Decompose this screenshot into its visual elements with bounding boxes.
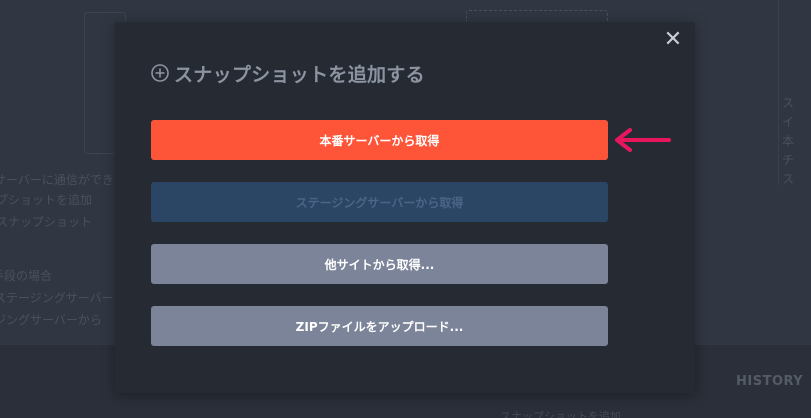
background-text: スナップショット (0, 215, 93, 229)
background-bottom-text: スナップショットを追加 (500, 410, 621, 418)
upload-zip-button[interactable]: ZIPファイルをアップロード... (151, 306, 608, 346)
modal-title: スナップショットを追加する (151, 60, 425, 86)
background-text: ジングサーバーから (0, 313, 102, 327)
get-from-staging-button[interactable]: ステージングサーバーから取得 (151, 182, 608, 222)
background-right-text: ス (782, 96, 795, 110)
close-icon[interactable]: ✕ (663, 29, 683, 51)
background-text: プショットを追加 (0, 193, 93, 207)
modal-title-text: スナップショットを追加する (174, 63, 425, 86)
background-text: ステージングサーバー (0, 291, 114, 305)
background-text: サーバーに通信ができ (0, 173, 114, 187)
get-from-production-button[interactable]: 本番サーバーから取得 (151, 120, 608, 160)
add-snapshot-modal: ✕ スナップショットを追加する 本番サーバーから取得 ステージングサーバーから取… (115, 22, 695, 393)
history-heading: HISTORY (736, 374, 804, 389)
screen: サーバーに通信ができ プショットを追加 スナップショット 手段の場合 ステージン… (0, 0, 811, 418)
get-from-other-site-button[interactable]: 他サイトから取得... (151, 244, 608, 284)
background-right-text: チ (782, 153, 795, 167)
background-right-text: 本 (782, 134, 795, 148)
background-right-text: ス (782, 172, 795, 186)
plus-circle-icon (151, 64, 169, 82)
background-right-text: イ (782, 115, 795, 129)
background-text: 手段の場合 (0, 269, 53, 283)
left-arrow-icon (615, 128, 671, 152)
